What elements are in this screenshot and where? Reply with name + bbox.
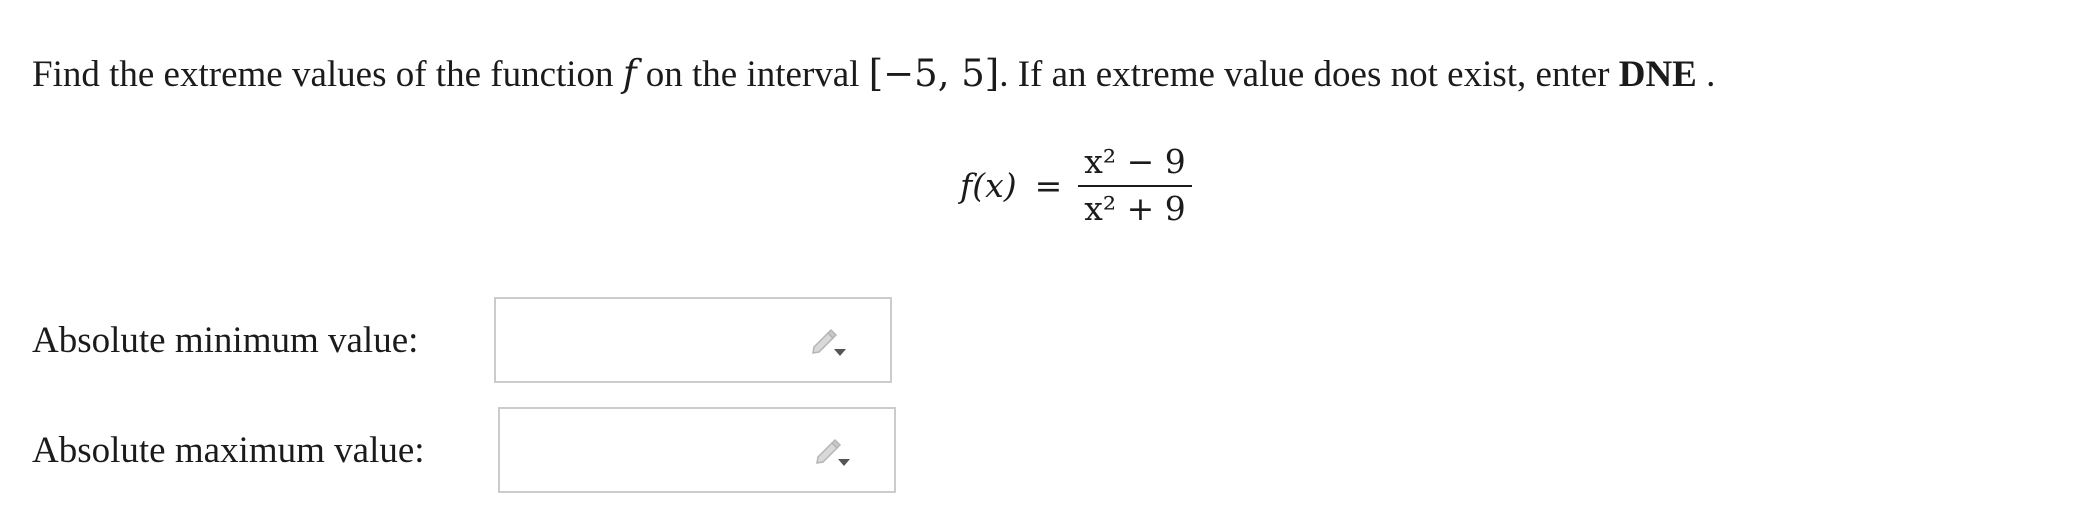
fraction-numerator: x² − 9 <box>1084 142 1186 181</box>
answer-label-maximum: Absolute maximum value: <box>32 429 425 471</box>
prompt-text-3: . If an extreme value does not exist, en… <box>999 54 1610 95</box>
fraction-denominator: x² + 9 <box>1084 188 1186 228</box>
pencil-dropdown-icon[interactable] <box>812 435 852 469</box>
answer-row-minimum: Absolute minimum value: <box>32 297 892 383</box>
equation-fraction: x² − 9 x² + 9 <box>1078 140 1192 231</box>
answer-input-maximum[interactable] <box>498 407 896 493</box>
interval: [−5, 5] <box>868 52 1000 95</box>
prompt-text-2: on the interval <box>645 54 860 95</box>
answer-label-minimum: Absolute minimum value: <box>32 319 419 361</box>
prompt-text-1: Find the extreme values of the function <box>32 54 614 95</box>
answer-input-minimum[interactable] <box>494 297 892 383</box>
pencil-dropdown-icon[interactable] <box>808 325 848 359</box>
function-equation: f(x) = x² − 9 x² + 9 <box>960 140 1192 231</box>
equation-equals: = <box>1034 166 1063 206</box>
equation-lhs: f(x) <box>960 166 1017 206</box>
answer-row-maximum: Absolute maximum value: <box>32 407 896 493</box>
dne-keyword: DNE <box>1618 54 1697 95</box>
function-symbol: f <box>622 52 637 95</box>
question-prompt: Find the extreme values of the function … <box>32 52 1715 97</box>
prompt-period: . <box>1706 54 1716 95</box>
